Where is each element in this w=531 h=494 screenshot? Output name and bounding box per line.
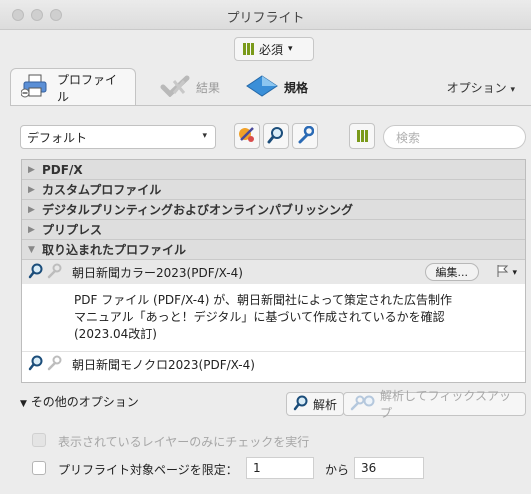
preflight-window: プリフライト 必須 ▾ プロファイル 結果 規格 オプション ▾ デフォルト ▾… bbox=[0, 0, 531, 494]
category-row[interactable]: ▶ デジタルプリンティングおよびオンラインパブリッシング bbox=[22, 200, 525, 220]
tab-standards[interactable]: 規格 bbox=[236, 68, 318, 106]
magnifier-icon bbox=[28, 355, 44, 374]
bar-chart-icon bbox=[243, 43, 254, 55]
diamond-icon bbox=[246, 74, 278, 100]
options-menu-label: オプション bbox=[446, 81, 507, 95]
limit-pages-label: プリフライト対象ページを限定： bbox=[58, 463, 238, 477]
printer-icon bbox=[20, 74, 51, 101]
wizard-button[interactable] bbox=[234, 123, 260, 149]
triangle-right-icon: ▶ bbox=[28, 184, 35, 195]
tab-profiles[interactable]: プロファイル bbox=[10, 68, 136, 106]
profile-row-icons bbox=[28, 355, 72, 374]
page-from-field[interactable]: 1 bbox=[246, 457, 314, 479]
analyze-and-fix-label: 解析してフィックスアップ bbox=[380, 389, 512, 420]
triangle-right-icon: ▶ bbox=[28, 224, 35, 235]
profile-name: 朝日新聞モノクロ2023(PDF/X-4) bbox=[72, 357, 255, 372]
search-input[interactable]: 検索 bbox=[383, 125, 526, 149]
find-button[interactable] bbox=[263, 123, 289, 149]
analyze-button[interactable]: 解析 bbox=[286, 392, 345, 416]
category-label: 取り込まれたプロファイル bbox=[42, 243, 187, 257]
edit-profile-button[interactable]: 編集... bbox=[424, 263, 479, 281]
title-bar: プリフライト bbox=[0, 0, 531, 30]
analyze-and-fix-button[interactable]: 解析してフィックスアップ bbox=[343, 389, 526, 420]
profile-group-value: デフォルト bbox=[27, 130, 88, 145]
profile-group-select[interactable]: デフォルト ▾ bbox=[20, 125, 216, 149]
page-to-label: から bbox=[325, 463, 350, 477]
required-filter-label: 必須 bbox=[259, 42, 284, 57]
category-label: PDF/X bbox=[42, 162, 83, 177]
chevron-down-icon: ▾ bbox=[510, 85, 515, 95]
flag-icon bbox=[496, 264, 510, 281]
magic-wand-icon bbox=[238, 126, 256, 147]
chevron-down-icon: ▾ bbox=[512, 267, 517, 278]
analyze-label: 解析 bbox=[313, 397, 338, 412]
category-row[interactable]: ▶ PDF/X bbox=[22, 160, 525, 180]
wrench-icon bbox=[296, 125, 315, 147]
wrench-icon bbox=[46, 263, 62, 282]
category-label: プリプレス bbox=[42, 223, 103, 237]
profile-row-selected[interactable]: 朝日新聞カラー2023(PDF/X-4) 編集... ▾ bbox=[22, 260, 525, 284]
triangle-down-icon: ▼ bbox=[28, 244, 35, 255]
chevron-down-icon: ▾ bbox=[288, 44, 293, 54]
page-to-field[interactable]: 36 bbox=[354, 457, 424, 479]
options-menu[interactable]: オプション ▾ bbox=[447, 79, 515, 96]
wrench-icon bbox=[46, 355, 62, 374]
profile-name: 朝日新聞カラー2023(PDF/X-4) bbox=[72, 265, 243, 280]
fixup-button[interactable] bbox=[292, 123, 318, 149]
tab-results-label: 結果 bbox=[196, 80, 221, 95]
chevron-down-icon: ▾ bbox=[202, 131, 207, 141]
category-row-expanded[interactable]: ▼ 取り込まれたプロファイル bbox=[22, 240, 525, 260]
magnifier-icon bbox=[293, 395, 309, 414]
bar-chart-icon bbox=[356, 130, 368, 142]
description-line: (2023.04改訂) bbox=[74, 327, 157, 341]
triangle-right-icon: ▶ bbox=[28, 164, 35, 175]
triangle-right-icon: ▶ bbox=[28, 204, 35, 215]
triangle-down-icon: ▼ bbox=[20, 399, 27, 409]
check-icon bbox=[160, 75, 190, 100]
window-title: プリフライト bbox=[226, 11, 305, 26]
category-label: カスタムプロファイル bbox=[42, 183, 162, 197]
tab-standards-label: 規格 bbox=[284, 80, 309, 95]
category-label: デジタルプリンティングおよびオンラインパブリッシング bbox=[42, 203, 354, 217]
magnifier-icon bbox=[267, 126, 285, 147]
description-line: マニュアル「あっと！デジタル」に基づいて作成されているかを確認 bbox=[74, 310, 445, 324]
limit-pages-checkbox[interactable] bbox=[32, 461, 46, 475]
required-filter-dropdown[interactable]: 必須 ▾ bbox=[234, 37, 314, 61]
required-only-toggle[interactable] bbox=[349, 123, 375, 149]
tab-profiles-label: プロファイル bbox=[57, 72, 118, 104]
visible-layers-label: 表示されているレイヤーのみにチェックを実行 bbox=[58, 435, 310, 449]
flag-dropdown[interactable]: ▾ bbox=[496, 264, 517, 281]
profile-description: PDF ファイル (PDF/X-4) が、朝日新聞社によって策定された広告制作 … bbox=[22, 284, 525, 352]
category-row[interactable]: ▶ プリプレス bbox=[22, 220, 525, 240]
description-line: PDF ファイル (PDF/X-4) が、朝日新聞社によって策定された広告制作 bbox=[74, 293, 452, 307]
more-options-label: その他のオプション bbox=[30, 395, 139, 409]
magnifier-wrench-icon bbox=[350, 395, 376, 414]
magnifier-icon bbox=[28, 263, 44, 282]
profile-row[interactable]: 朝日新聞モノクロ2023(PDF/X-4) bbox=[22, 352, 525, 376]
profile-row-icons bbox=[28, 263, 72, 282]
visible-layers-checkbox[interactable] bbox=[32, 433, 46, 447]
profile-tree: ▶ PDF/X ▶ カスタムプロファイル ▶ デジタルプリンティングおよびオンラ… bbox=[21, 159, 526, 383]
category-row[interactable]: ▶ カスタムプロファイル bbox=[22, 180, 525, 200]
more-options-toggle[interactable]: ▼ その他のオプション bbox=[20, 393, 139, 410]
tab-results[interactable]: 結果 bbox=[150, 68, 230, 106]
